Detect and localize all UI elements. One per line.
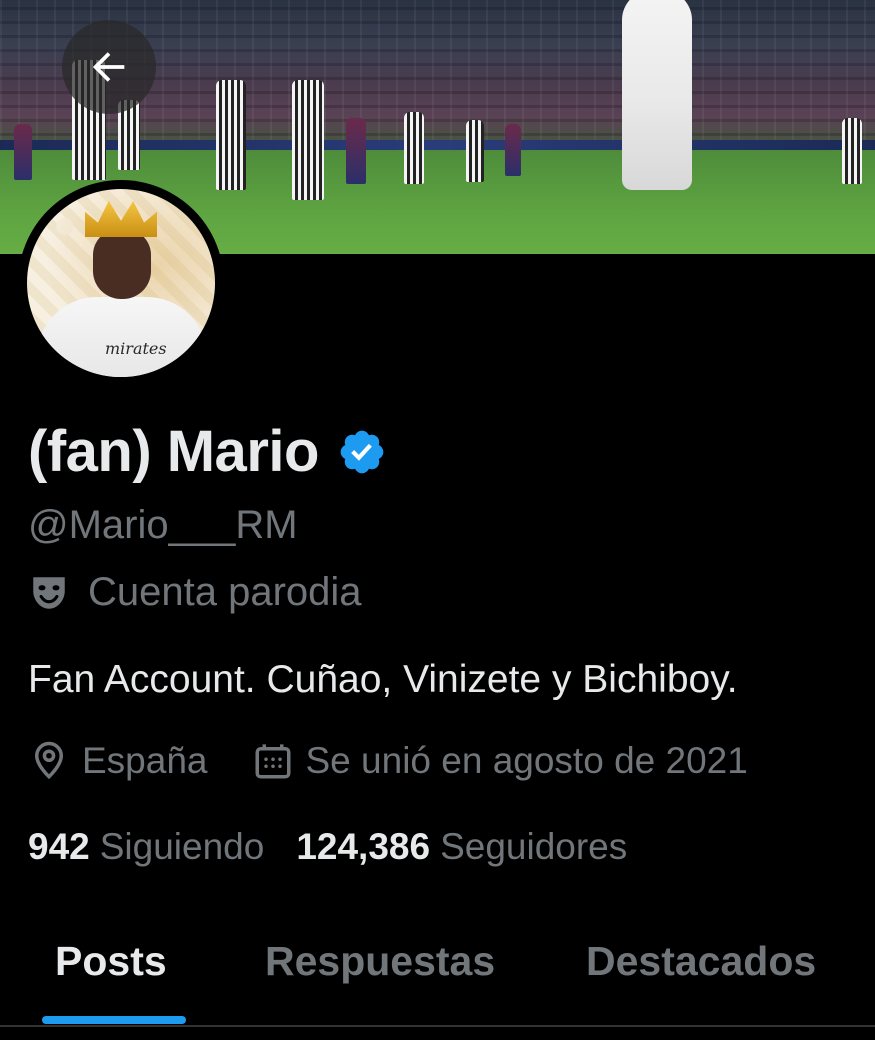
back-button[interactable] [62,20,156,114]
active-tab-indicator [42,1016,186,1024]
banner-player [622,0,692,190]
following-label: Siguiendo [99,826,265,867]
display-name: (fan) Mario [28,419,319,484]
banner-player [466,120,484,182]
follow-stats: 942 Siguiendo 124,386 Seguidores [28,826,627,868]
tab-respuestas[interactable]: Respuestas [265,938,495,985]
tab-destacados[interactable]: Destacados [586,938,816,985]
verified-badge-icon[interactable] [337,427,387,477]
joined-text: Se unió en agosto de 2021 [305,740,748,781]
avatar-image: mirates [27,189,215,377]
location-pin-icon [34,741,64,780]
following-count: 942 [28,826,90,867]
followers-link[interactable]: 124,386 Seguidores [296,826,627,868]
profile-avatar[interactable]: mirates [18,180,224,386]
banner-player [216,80,246,190]
parody-label-row: Cuenta parodia [28,570,362,615]
avatar-shirt [37,297,207,377]
tabs-divider [0,1025,875,1027]
banner-player [842,118,862,184]
location-item: España [28,740,208,782]
calendar-icon [255,744,290,779]
banner-player [505,124,521,176]
theater-mask-icon [33,576,65,609]
arrow-left-icon [92,52,125,82]
joined-item: Se unió en agosto de 2021 [252,740,748,782]
location-text: España [82,740,208,781]
followers-label: Seguidores [440,826,628,867]
followers-count: 124,386 [296,826,431,867]
banner-player [292,80,324,200]
avatar-head [93,229,151,299]
parody-label: Cuenta parodia [88,570,362,614]
profile-handle: @Mario___RM [28,503,298,547]
avatar-shirt-text: mirates [105,339,167,358]
following-link[interactable]: 942 Siguiendo [28,826,264,868]
profile-bio: Fan Account. Cuñao, Vinizete y Bichiboy. [28,658,738,701]
profile-tabs: Posts Respuestas Destacados [0,900,875,1026]
profile-meta: España Se unió en agosto de 2021 [28,740,748,782]
name-row: (fan) Mario [28,418,387,485]
banner-player [404,112,424,184]
banner-player [14,124,32,180]
banner-player [346,118,366,184]
tab-posts[interactable]: Posts [55,938,167,985]
